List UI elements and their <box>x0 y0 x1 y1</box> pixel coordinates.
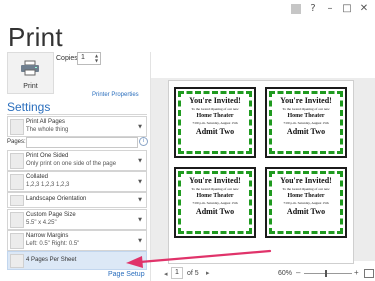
print-all-pages-dropdown[interactable]: Print All Pages The whole thing ▼ <box>7 116 147 137</box>
ticket-name: Home Theater <box>287 113 325 119</box>
ticket-date: 7:00 p.m. Saturday, August 15th <box>283 201 329 205</box>
chevron-down-icon: ▼ <box>138 258 142 264</box>
ticket-admit: Admit Two <box>286 127 326 136</box>
option-description: 5.5" x 4.25" <box>26 220 57 226</box>
ticket-border: You're Invited! To the Grand Opening of … <box>269 171 343 234</box>
zoom-slider[interactable] <box>304 273 352 274</box>
page-number-input[interactable]: 1 <box>171 267 183 279</box>
page-size-icon <box>10 212 24 228</box>
option-label: Print One Sided <box>26 153 69 159</box>
zoom-level: 60% <box>278 270 293 277</box>
zoom-to-page-icon[interactable] <box>364 269 374 278</box>
print-button[interactable]: Print <box>7 52 54 94</box>
previous-page-icon[interactable]: ◂ <box>164 270 168 278</box>
option-label: Print All Pages <box>26 119 66 125</box>
chevron-down-icon: ▼ <box>138 217 142 223</box>
ticket-title: You're Invited! <box>280 96 332 105</box>
help-icon[interactable]: ? <box>308 4 318 14</box>
page-size-dropdown[interactable]: Custom Page Size 5.5" x 4.25" ▼ <box>7 209 147 230</box>
collated-icon <box>10 174 24 190</box>
ticket-border: You're Invited! To the Grand Opening of … <box>269 91 343 154</box>
option-label: Collated <box>26 174 49 180</box>
landscape-icon <box>10 195 24 206</box>
ticket-date: 7:00 p.m. Saturday, August 15th <box>283 121 329 125</box>
zoom-slider-thumb[interactable] <box>325 270 327 277</box>
ticket: You're Invited! To the Grand Opening of … <box>265 87 347 158</box>
info-icon[interactable]: i <box>139 137 148 146</box>
account-avatar[interactable] <box>291 4 301 14</box>
ticket-title: You're Invited! <box>189 96 241 105</box>
ticket-subtitle: To the Grand Opening of our new <box>282 107 330 111</box>
maximize-icon[interactable]: □ <box>342 4 352 14</box>
copies-down-icon[interactable]: ▼ <box>95 59 99 63</box>
chevron-down-icon: ▼ <box>138 179 142 185</box>
preview-page: You're Invited! To the Grand Opening of … <box>168 80 354 264</box>
pages-label: Pages: <box>7 139 26 145</box>
print-one-sided-dropdown[interactable]: Print One Sided Only print on one side o… <box>7 150 147 171</box>
ticket-title: You're Invited! <box>189 176 241 185</box>
ticket-subtitle: To the Grand Opening of our new <box>191 107 239 111</box>
one-sided-icon <box>10 153 24 169</box>
window-controls: ? – □ ✕ <box>291 4 369 14</box>
chevron-down-icon: ▼ <box>138 124 142 130</box>
ticket-subtitle: To the Grand Opening of our new <box>282 187 330 191</box>
minimize-icon[interactable]: – <box>325 4 335 14</box>
ticket-admit: Admit Two <box>195 207 235 216</box>
zoom-in-icon[interactable]: + <box>354 268 359 277</box>
ticket-admit: Admit Two <box>286 207 326 216</box>
pages-per-sheet-icon <box>10 254 24 268</box>
printer-properties-link[interactable]: Printer Properties <box>92 92 139 98</box>
settings-heading: Settings <box>7 100 51 114</box>
copies-value: 1 <box>81 54 85 61</box>
chevron-down-icon: ▼ <box>138 158 142 164</box>
ticket-admit: Admit Two <box>195 127 235 136</box>
margins-icon <box>10 233 24 249</box>
ticket-border: You're Invited! To the Grand Opening of … <box>178 171 252 234</box>
chevron-down-icon: ▼ <box>138 197 142 203</box>
ticket-date: 7:00 p.m. Saturday, August 15th <box>192 201 238 205</box>
page-count-label: of 5 <box>187 270 199 277</box>
chevron-down-icon: ▼ <box>138 238 142 244</box>
copies-stepper[interactable]: 1 ▲ ▼ <box>77 52 101 65</box>
ticket-name: Home Theater <box>287 193 325 199</box>
option-label: Narrow Margins <box>26 233 69 239</box>
next-page-icon[interactable]: ▸ <box>206 269 210 277</box>
option-description: Only print on one side of the page <box>26 161 117 167</box>
option-description: The whole thing <box>26 127 69 133</box>
settings-divider <box>7 114 147 115</box>
ticket-subtitle: To the Grand Opening of our new <box>191 187 239 191</box>
option-label: Landscape Orientation <box>26 196 87 202</box>
ticket-name: Home Theater <box>196 193 234 199</box>
page-title: Print <box>8 22 63 52</box>
close-icon[interactable]: ✕ <box>359 4 369 14</box>
pages-per-sheet-dropdown[interactable]: 4 Pages Per Sheet ▼ <box>7 251 147 270</box>
page-setup-link[interactable]: Page Setup <box>108 271 145 278</box>
collated-dropdown[interactable]: Collated 1,2,3 1,2,3 1,2,3 ▼ <box>7 171 147 192</box>
margins-dropdown[interactable]: Narrow Margins Left: 0.5" Right: 0.5" ▼ <box>7 230 147 251</box>
ticket-name: Home Theater <box>196 113 234 119</box>
zoom-out-icon[interactable]: – <box>296 268 300 277</box>
ticket: You're Invited! To the Grand Opening of … <box>174 87 256 158</box>
option-description: 1,2,3 1,2,3 1,2,3 <box>26 182 70 188</box>
print-button-label: Print <box>23 83 38 90</box>
printer-icon <box>21 60 39 76</box>
option-description: Left: 0.5" Right: 0.5" <box>26 241 80 247</box>
orientation-dropdown[interactable]: Landscape Orientation ▼ <box>7 192 147 208</box>
ticket: You're Invited! To the Grand Opening of … <box>265 167 347 238</box>
ticket-date: 7:00 p.m. Saturday, August 15th <box>192 121 238 125</box>
ticket: You're Invited! To the Grand Opening of … <box>174 167 256 238</box>
option-label: Custom Page Size <box>26 212 76 218</box>
pages-input[interactable] <box>26 137 138 148</box>
ticket-border: You're Invited! To the Grand Opening of … <box>178 91 252 154</box>
pages-icon <box>10 119 24 135</box>
ticket-title: You're Invited! <box>280 176 332 185</box>
option-label: 4 Pages Per Sheet <box>26 257 77 263</box>
